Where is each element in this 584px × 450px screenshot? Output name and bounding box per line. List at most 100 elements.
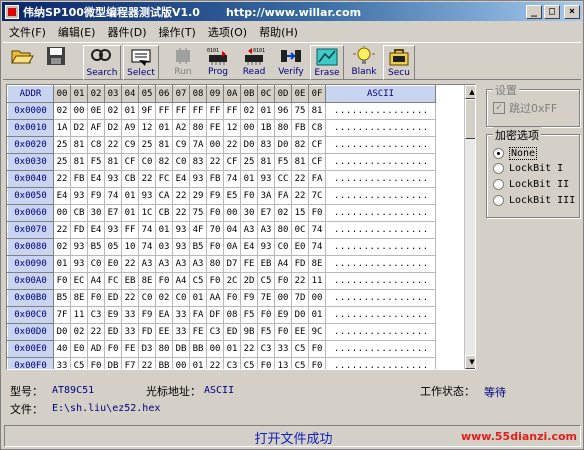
hex-byte-cell[interactable]: 22 xyxy=(206,357,224,369)
hex-byte-cell[interactable]: C0 xyxy=(274,238,292,256)
table-row[interactable]: 0x00C0 7F 11 C3 E9 33 F9 EA 33 FA DF 08 F5 F0 E9 D0 01..… xyxy=(7,306,436,324)
hex-byte-cell[interactable]: 9F xyxy=(138,102,156,120)
hex-byte-cell[interactable]: E9 xyxy=(274,306,292,324)
hex-byte-cell[interactable]: 80 xyxy=(274,221,292,239)
hex-byte-cell[interactable]: FD xyxy=(138,323,156,341)
hex-byte-cell[interactable]: 80 xyxy=(189,119,207,137)
vertical-scrollbar[interactable]: ▲ ▼ xyxy=(464,85,475,369)
hex-byte-cell[interactable]: 12 xyxy=(223,119,241,137)
hex-grid[interactable]: ADDR 00 01 02 03 04 05 06 07 08 09 0A 0B 0C 0D 0E 0F ASCI… xyxy=(6,84,476,370)
hex-byte-cell[interactable]: 75 xyxy=(189,204,207,222)
ascii-cell[interactable]: ................ xyxy=(325,238,436,256)
hex-byte-cell[interactable]: 80 xyxy=(155,340,173,358)
hex-byte-cell[interactable]: 25 xyxy=(53,136,71,154)
hex-byte-cell[interactable]: 22 xyxy=(104,136,122,154)
hex-byte-cell[interactable]: 7C xyxy=(308,187,326,205)
hex-byte-cell[interactable]: 1B xyxy=(257,119,275,137)
hex-byte-cell[interactable]: 22 xyxy=(87,323,105,341)
hex-byte-cell[interactable]: 93 xyxy=(257,238,275,256)
hex-byte-cell[interactable]: 93 xyxy=(172,221,190,239)
hex-byte-cell[interactable]: CF xyxy=(308,153,326,171)
lock-option-lockbit-3[interactable]: LockBit III xyxy=(493,195,575,206)
hex-byte-cell[interactable]: 22 xyxy=(53,170,71,188)
hex-byte-cell[interactable]: 33 xyxy=(53,357,71,369)
hex-byte-cell[interactable]: 22 xyxy=(53,221,71,239)
hex-byte-cell[interactable]: F5 xyxy=(274,153,292,171)
hex-byte-cell[interactable]: 81 xyxy=(70,153,88,171)
hex-byte-cell[interactable]: 01 xyxy=(155,119,173,137)
hex-byte-cell[interactable]: 33 xyxy=(121,323,139,341)
hex-byte-cell[interactable]: 04 xyxy=(223,221,241,239)
hex-byte-cell[interactable]: 25 xyxy=(138,136,156,154)
hex-byte-cell[interactable]: FC xyxy=(104,272,122,290)
hex-byte-cell[interactable]: CA xyxy=(155,187,173,205)
hex-byte-cell[interactable]: FE xyxy=(240,255,258,273)
hex-byte-cell[interactable]: FD xyxy=(70,221,88,239)
hex-byte-cell[interactable]: 93 xyxy=(189,170,207,188)
hex-byte-cell[interactable]: C5 xyxy=(240,357,258,369)
hex-byte-cell[interactable]: 0A xyxy=(223,238,241,256)
hex-byte-cell[interactable]: 29 xyxy=(189,187,207,205)
title-bar[interactable]: 伟纳SP100微型编程器测试版V1.0 http://www.willar.com… xyxy=(2,2,582,21)
menu-device[interactable]: 器件(D) xyxy=(101,22,152,40)
hex-byte-cell[interactable]: A3 xyxy=(189,255,207,273)
hex-byte-cell[interactable]: F9 xyxy=(138,306,156,324)
hex-byte-cell[interactable]: A3 xyxy=(257,221,275,239)
hex-byte-cell[interactable]: F5 xyxy=(257,323,275,341)
hex-byte-cell[interactable]: 30 xyxy=(240,204,258,222)
hex-byte-cell[interactable]: FE xyxy=(189,323,207,341)
hex-byte-cell[interactable]: C9 xyxy=(121,136,139,154)
table-row[interactable]: 0x0040 22 FB E4 93 CB 22 FC E4 93 FB 74 01 93 CC 22 FA..… xyxy=(7,170,436,188)
hex-byte-cell[interactable]: 00 xyxy=(53,204,71,222)
hex-byte-cell[interactable]: 8E xyxy=(70,289,88,307)
scroll-thumb[interactable] xyxy=(465,99,475,139)
hex-byte-cell[interactable]: 80 xyxy=(206,255,224,273)
hex-byte-cell[interactable]: E7 xyxy=(257,204,275,222)
hex-byte-cell[interactable]: CB xyxy=(155,204,173,222)
hex-byte-cell[interactable]: A3 xyxy=(138,255,156,273)
hex-byte-cell[interactable]: C0 xyxy=(138,289,156,307)
hex-byte-cell[interactable]: A3 xyxy=(155,255,173,273)
hex-byte-cell[interactable]: D7 xyxy=(223,255,241,273)
hex-byte-cell[interactable]: 7A xyxy=(189,136,207,154)
secu-button[interactable]: Secu xyxy=(383,45,415,80)
hex-byte-cell[interactable]: FA xyxy=(274,187,292,205)
ascii-cell[interactable]: ................ xyxy=(325,221,436,239)
hex-byte-cell[interactable]: 01 xyxy=(257,102,275,120)
menu-operation[interactable]: 操作(T) xyxy=(153,22,202,40)
hex-byte-cell[interactable]: 22 xyxy=(223,136,241,154)
hex-byte-cell[interactable]: FF xyxy=(206,102,224,120)
hex-byte-cell[interactable]: 80 xyxy=(274,119,292,137)
ascii-cell[interactable]: ................ xyxy=(325,323,436,341)
hex-byte-cell[interactable]: 74 xyxy=(223,170,241,188)
hex-byte-cell[interactable]: 12 xyxy=(138,119,156,137)
hex-byte-cell[interactable]: 96 xyxy=(274,102,292,120)
ascii-cell[interactable]: ................ xyxy=(325,357,436,369)
hex-byte-cell[interactable]: A3 xyxy=(172,255,190,273)
hex-byte-cell[interactable]: 70 xyxy=(206,221,224,239)
hex-byte-cell[interactable]: 83 xyxy=(189,153,207,171)
hex-byte-cell[interactable]: 93 xyxy=(172,238,190,256)
hex-byte-cell[interactable]: 11 xyxy=(70,306,88,324)
ascii-cell[interactable]: ................ xyxy=(325,340,436,358)
hex-byte-cell[interactable]: F5 xyxy=(240,306,258,324)
hex-byte-cell[interactable]: 08 xyxy=(223,306,241,324)
ascii-cell[interactable]: ................ xyxy=(325,289,436,307)
hex-byte-cell[interactable]: CB xyxy=(121,170,139,188)
maximize-button[interactable]: □ xyxy=(544,4,560,19)
hex-byte-cell[interactable]: 81 xyxy=(104,153,122,171)
hex-byte-cell[interactable]: F0 xyxy=(206,272,224,290)
hex-byte-cell[interactable]: EE xyxy=(291,323,309,341)
hex-byte-cell[interactable]: D2 xyxy=(70,119,88,137)
hex-byte-cell[interactable]: FF xyxy=(121,221,139,239)
hex-byte-cell[interactable]: 82 xyxy=(291,136,309,154)
hex-byte-cell[interactable]: C9 xyxy=(172,136,190,154)
hex-byte-cell[interactable]: 3A xyxy=(257,187,275,205)
hex-byte-cell[interactable]: F9 xyxy=(87,187,105,205)
hex-byte-cell[interactable]: FB xyxy=(291,119,309,137)
hex-byte-cell[interactable]: 81 xyxy=(70,136,88,154)
hex-byte-cell[interactable]: 05 xyxy=(104,238,122,256)
hex-byte-cell[interactable]: F0 xyxy=(104,340,122,358)
hex-byte-cell[interactable]: 22 xyxy=(240,340,258,358)
hex-byte-cell[interactable]: F0 xyxy=(257,306,275,324)
